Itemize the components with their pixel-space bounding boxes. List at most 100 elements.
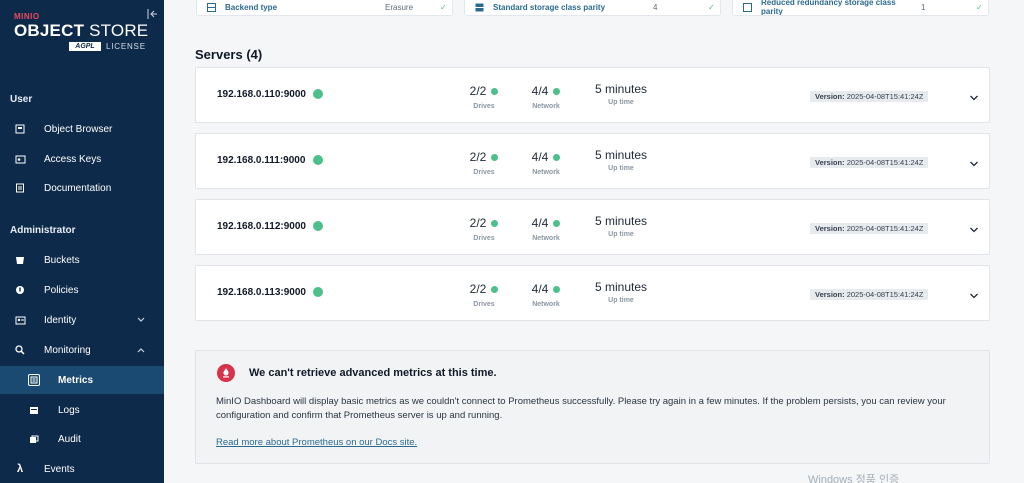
- brand-name: OBJECT STORE: [14, 21, 148, 41]
- documentation-icon: [14, 182, 26, 194]
- network-caption: Network: [532, 301, 560, 308]
- prometheus-docs-link[interactable]: Read more about Prometheus on our Docs s…: [216, 437, 417, 448]
- network-status-dot: [553, 87, 561, 95]
- uptime-caption: Up time: [608, 231, 634, 238]
- version-badge: Version: 2025-04-08T15:41:24Z: [810, 157, 929, 168]
- network-status-dot: [553, 219, 561, 227]
- sidebar-item-object-browser[interactable]: Object Browser: [0, 115, 164, 143]
- network-status-dot: [553, 285, 561, 293]
- sidebar-item-access-keys[interactable]: Access Keys: [0, 145, 164, 173]
- storage-class-icon: [743, 3, 752, 12]
- sidebar-item-label: Policies: [44, 284, 79, 296]
- server-row[interactable]: 192.168.0.111:9000 2/2 Drives 4/4 Networ…: [195, 133, 990, 189]
- admin-section-title: Administrator: [10, 225, 76, 236]
- sidebar-item-monitoring[interactable]: Monitoring: [0, 336, 164, 364]
- sidebar-item-label: Object Browser: [44, 123, 113, 135]
- stat-reduced-parity: Reduced redundancy storage class parity …: [732, 0, 989, 16]
- network-value: 4/4: [531, 84, 549, 98]
- policies-icon: [14, 284, 26, 296]
- network-caption: Network: [532, 103, 560, 110]
- check-icon: ✓: [708, 3, 715, 12]
- version-value: 2025-04-08T15:41:24Z: [846, 92, 924, 101]
- sidebar-item-label: Metrics: [58, 374, 94, 386]
- server-row[interactable]: 192.168.0.110:9000 2/2 Drives 4/4 Networ…: [195, 67, 990, 123]
- uptime-caption: Up time: [608, 99, 634, 106]
- sidebar-item-metrics[interactable]: Metrics: [0, 366, 164, 394]
- sidebar-item-identity[interactable]: Identity: [0, 306, 164, 334]
- drives-value: 2/2: [469, 84, 487, 98]
- server-host: 192.168.0.111:9000: [217, 155, 306, 166]
- version-badge: Version: 2025-04-08T15:41:24Z: [810, 289, 929, 300]
- sidebar-item-label: Monitoring: [44, 344, 91, 356]
- sidebar-item-logs[interactable]: Logs: [0, 396, 164, 424]
- stat-label: Standard storage class parity: [493, 3, 606, 12]
- version-badge: Version: 2025-04-08T15:41:24Z: [810, 91, 929, 102]
- network-value: 4/4: [531, 282, 549, 296]
- version-label: Version:: [815, 224, 845, 233]
- network-status-dot: [553, 153, 561, 161]
- version-label: Version:: [815, 158, 845, 167]
- uptime-metric: 5 minutes Up time: [576, 148, 666, 172]
- server-host: 192.168.0.113:9000: [217, 287, 306, 298]
- stat-label: Reduced redundancy storage class parity: [761, 0, 896, 16]
- drives-metric: 2/2 Drives: [449, 280, 519, 308]
- drives-value: 2/2: [469, 216, 487, 230]
- prometheus-icon: [217, 364, 235, 382]
- server-online-status: [313, 89, 323, 99]
- stat-backend-type: Backend type Erasure ✓: [196, 0, 453, 16]
- server-online-status: [313, 287, 323, 297]
- uptime-metric: 5 minutes Up time: [576, 82, 666, 106]
- sidebar-item-policies[interactable]: Policies: [0, 276, 164, 304]
- chevron-down-icon[interactable]: [969, 222, 979, 233]
- version-label: Version:: [815, 290, 845, 299]
- uptime-value: 5 minutes: [594, 280, 648, 294]
- drives-status-dot: [491, 87, 499, 95]
- sidebar-item-label: Identity: [44, 314, 77, 326]
- servers-title: Servers (4): [195, 47, 263, 62]
- network-metric: 4/4 Network: [511, 280, 581, 308]
- server-row[interactable]: 192.168.0.113:9000 2/2 Drives 4/4 Networ…: [195, 265, 990, 321]
- sidebar-item-label: Logs: [58, 404, 80, 416]
- chevron-down-icon[interactable]: [969, 90, 979, 101]
- banner-message: MinIO Dashboard will display basic metri…: [216, 396, 946, 421]
- drives-caption: Drives: [473, 103, 495, 110]
- network-metric: 4/4 Network: [511, 148, 581, 176]
- network-value: 4/4: [531, 216, 549, 230]
- chevron-up-icon[interactable]: [136, 345, 146, 355]
- collapse-sidebar-icon[interactable]: [146, 8, 158, 20]
- network-metric: 4/4 Network: [511, 82, 581, 110]
- sidebar: MINIO OBJECT STORE AGPL LICENSE User Obj…: [0, 0, 164, 483]
- network-value: 4/4: [531, 150, 549, 164]
- chevron-down-icon[interactable]: [136, 315, 146, 325]
- sidebar-item-label: Audit: [58, 433, 81, 445]
- check-icon: ✓: [976, 3, 983, 12]
- chevron-down-icon[interactable]: [969, 156, 979, 167]
- drives-caption: Drives: [473, 301, 495, 308]
- check-icon: ✓: [440, 3, 447, 12]
- stat-label: Backend type: [225, 3, 278, 12]
- object-browser-icon: [14, 123, 26, 135]
- access-keys-icon: [14, 153, 26, 165]
- storage-class-icon: [475, 3, 484, 12]
- metrics-icon: [28, 374, 40, 386]
- server-host: 192.168.0.110:9000: [217, 89, 306, 100]
- uptime-metric: 5 minutes Up time: [576, 214, 666, 238]
- drives-metric: 2/2 Drives: [449, 214, 519, 242]
- uptime-value: 5 minutes: [594, 148, 648, 162]
- sidebar-item-label: Buckets: [44, 254, 80, 266]
- sidebar-item-documentation[interactable]: Documentation: [0, 174, 164, 202]
- network-metric: 4/4 Network: [511, 214, 581, 242]
- lambda-icon: λ: [16, 463, 24, 475]
- sidebar-item-events[interactable]: λ Events: [0, 455, 164, 483]
- stat-standard-parity: Standard storage class parity 4 ✓: [464, 0, 721, 16]
- uptime-caption: Up time: [608, 165, 634, 172]
- sidebar-item-audit[interactable]: Audit: [0, 425, 164, 453]
- chevron-down-icon[interactable]: [969, 288, 979, 299]
- uptime-caption: Up time: [608, 297, 634, 304]
- server-row[interactable]: 192.168.0.112:9000 2/2 Drives 4/4 Networ…: [195, 199, 990, 255]
- drives-status-dot: [491, 219, 499, 227]
- server-online-status: [313, 155, 323, 165]
- sidebar-item-buckets[interactable]: Buckets: [0, 246, 164, 274]
- version-badge: Version: 2025-04-08T15:41:24Z: [810, 223, 929, 234]
- uptime-metric: 5 minutes Up time: [576, 280, 666, 304]
